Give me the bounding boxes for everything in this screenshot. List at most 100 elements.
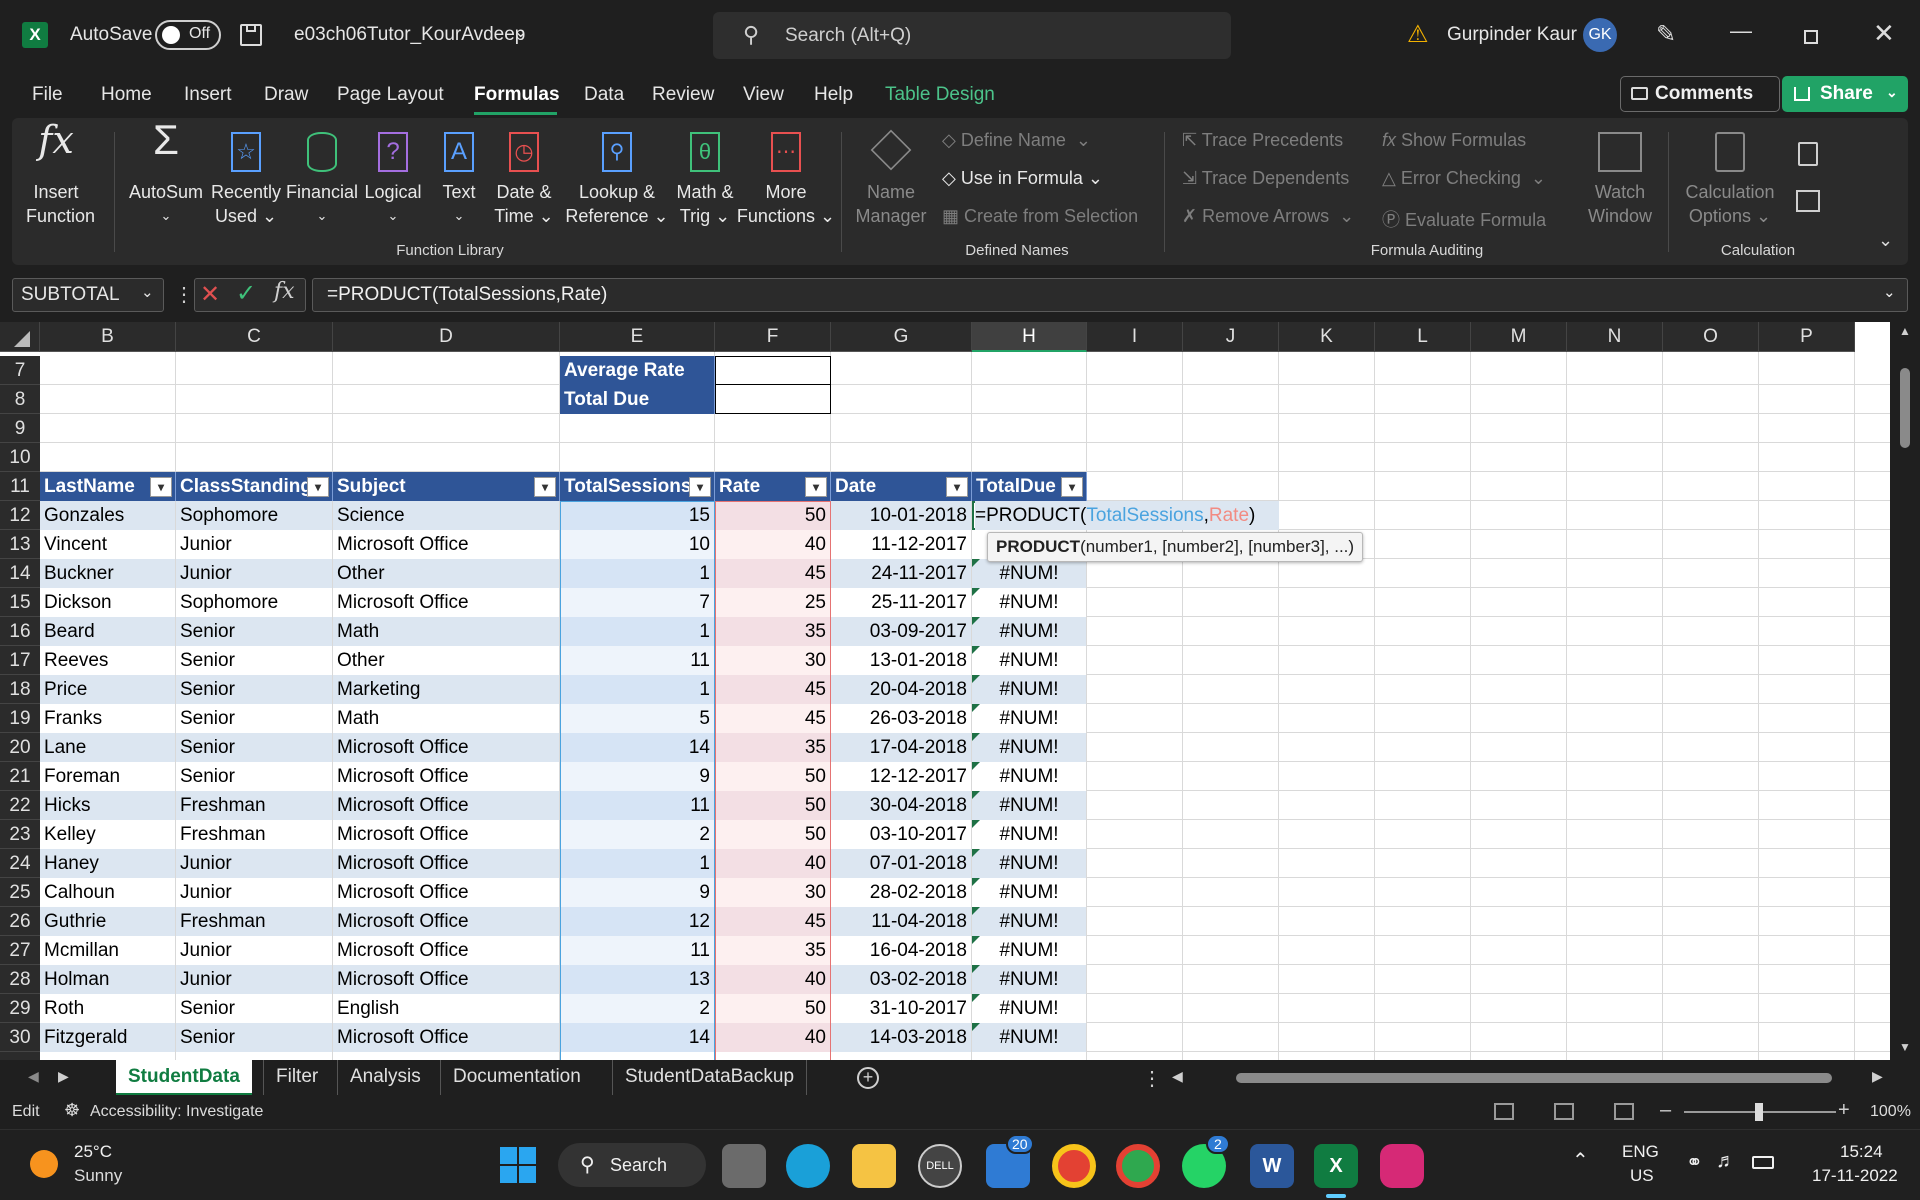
cell-standing[interactable]: Senior: [176, 675, 332, 704]
cell-date[interactable]: 25-11-2017: [831, 588, 971, 617]
cell-due[interactable]: #NUM!: [972, 994, 1086, 1023]
autosave-toggle[interactable]: Off: [155, 20, 221, 50]
calculation-options-button[interactable]: Calculation Options ⌄: [1678, 128, 1782, 228]
cell-due[interactable]: #NUM!: [972, 791, 1086, 820]
row-header-23[interactable]: 23: [0, 820, 40, 849]
cell-last[interactable]: Mcmillan: [40, 936, 175, 965]
average-rate-value[interactable]: [715, 356, 831, 385]
cell-sessions[interactable]: 1: [560, 675, 714, 704]
cell-standing[interactable]: Junior: [176, 559, 332, 588]
row-header-28[interactable]: 28: [0, 965, 40, 994]
cell-standing[interactable]: Junior: [176, 965, 332, 994]
cell-subject[interactable]: Marketing: [333, 675, 559, 704]
accessibility-status[interactable]: Accessibility: Investigate: [90, 1103, 263, 1121]
cell-standing[interactable]: Senior: [176, 994, 332, 1023]
cell-due[interactable]: #NUM!: [972, 588, 1086, 617]
formula-input[interactable]: =PRODUCT(TotalSessions,Rate) ⌄: [312, 278, 1908, 312]
cell-sessions[interactable]: 15: [560, 501, 714, 530]
error-indicator-icon[interactable]: [972, 936, 980, 944]
menu-review[interactable]: Review: [652, 84, 714, 106]
cell-sessions[interactable]: 11: [560, 646, 714, 675]
error-indicator-icon[interactable]: [972, 646, 980, 654]
cell-last[interactable]: Price: [40, 675, 175, 704]
page-break-view-icon[interactable]: [1614, 1103, 1634, 1120]
cell-subject[interactable]: Microsoft Office: [333, 588, 559, 617]
whatsapp-icon[interactable]: 2: [1182, 1134, 1230, 1188]
cell-subject[interactable]: Math: [333, 704, 559, 733]
row-header-27[interactable]: 27: [0, 936, 40, 965]
column-header-p[interactable]: P: [1759, 322, 1855, 352]
cell-sessions[interactable]: 1: [560, 617, 714, 646]
cell-rate[interactable]: 40: [715, 530, 830, 559]
column-header-l[interactable]: L: [1375, 322, 1471, 352]
column-header-o[interactable]: O: [1663, 322, 1759, 352]
row-header-9[interactable]: 9: [0, 414, 40, 443]
cell-date[interactable]: 03-02-2018: [831, 965, 971, 994]
chevron-down-icon[interactable]: ⌄: [514, 22, 527, 42]
cell-rate[interactable]: 25: [715, 588, 830, 617]
share-button[interactable]: Share ⌄: [1782, 76, 1908, 112]
evaluate-formula-button[interactable]: Ⓟ Evaluate Formula: [1382, 206, 1546, 232]
cell-sessions[interactable]: 1: [560, 849, 714, 878]
date-time-button[interactable]: ◷ Date & Time ⌄: [490, 128, 558, 228]
cell-due[interactable]: #NUM!: [972, 704, 1086, 733]
cell-sessions[interactable]: 2: [560, 994, 714, 1023]
menu-data[interactable]: Data: [584, 84, 624, 106]
cell-rate[interactable]: 50: [715, 820, 830, 849]
cell-subject[interactable]: Microsoft Office: [333, 907, 559, 936]
cell-standing[interactable]: Senior: [176, 762, 332, 791]
cell-rate[interactable]: 40: [715, 849, 830, 878]
menu-help[interactable]: Help: [814, 84, 853, 106]
tab-studentdata[interactable]: StudentData: [116, 1060, 252, 1096]
row-header-24[interactable]: 24: [0, 849, 40, 878]
file-explorer-icon[interactable]: [852, 1144, 896, 1188]
clock-time[interactable]: 15:24: [1840, 1142, 1883, 1162]
cell-date[interactable]: 13-01-2018: [831, 646, 971, 675]
cell-subject[interactable]: English: [333, 994, 559, 1023]
column-header-m[interactable]: M: [1471, 322, 1567, 352]
cell-date[interactable]: 24-11-2017: [831, 559, 971, 588]
cell-last[interactable]: Buckner: [40, 559, 175, 588]
calculate-now-icon[interactable]: [1798, 142, 1818, 166]
cell-subject[interactable]: Microsoft Office: [333, 530, 559, 559]
insert-function-button[interactable]: fx Insert Function: [26, 121, 95, 228]
error-indicator-icon[interactable]: [972, 617, 980, 625]
autosum-button[interactable]: Σ AutoSum ⌄: [124, 119, 208, 228]
windows-start-icon[interactable]: [500, 1147, 536, 1183]
save-icon[interactable]: [240, 24, 262, 46]
chrome-icon[interactable]: [1052, 1144, 1096, 1188]
row-header-7[interactable]: 7: [0, 356, 40, 385]
column-header-n[interactable]: N: [1567, 322, 1663, 352]
filter-dropdown-icon[interactable]: ▾: [946, 477, 968, 497]
row-header-16[interactable]: 16: [0, 617, 40, 646]
cell-subject[interactable]: Microsoft Office: [333, 936, 559, 965]
cell-date[interactable]: 26-03-2018: [831, 704, 971, 733]
cell-due[interactable]: #NUM!: [972, 675, 1086, 704]
file-name[interactable]: e03ch06Tutor_KourAvdeep: [294, 24, 525, 46]
cell-subject[interactable]: Microsoft Office: [333, 849, 559, 878]
zoom-level[interactable]: 100%: [1870, 1103, 1911, 1121]
column-header-f[interactable]: F: [715, 322, 831, 352]
accessibility-icon[interactable]: ☸: [64, 1100, 80, 1121]
tab-scroll-left-icon[interactable]: ◀: [28, 1068, 39, 1085]
cell-rate[interactable]: 45: [715, 559, 830, 588]
trace-precedents-button[interactable]: ⇱ Trace Precedents: [1182, 130, 1343, 151]
cell-standing[interactable]: Sophomore: [176, 588, 332, 617]
cell-rate[interactable]: 50: [715, 501, 830, 530]
cell-sessions[interactable]: 10: [560, 530, 714, 559]
cell-date[interactable]: 10-01-2018: [831, 501, 971, 530]
cell-standing[interactable]: Senior: [176, 733, 332, 762]
cell-rate[interactable]: 35: [715, 733, 830, 762]
zoom-slider-thumb[interactable]: [1755, 1103, 1763, 1121]
word-icon[interactable]: W: [1250, 1144, 1294, 1188]
worksheet-grid[interactable]: BCDEFGHIJKLMNOP 7 8 9 10 11 12 13 14 15 16 17 18 19 2…: [0, 322, 1920, 1060]
financial-button[interactable]: Financial ⌄: [284, 128, 360, 228]
taskbar-search[interactable]: ⚲ Search: [558, 1143, 706, 1187]
search-box[interactable]: ⚲ Search (Alt+Q): [713, 12, 1231, 59]
error-indicator-icon[interactable]: [972, 791, 980, 799]
cell-rate[interactable]: 45: [715, 675, 830, 704]
cell-last[interactable]: Lane: [40, 733, 175, 762]
cell-rate[interactable]: 45: [715, 907, 830, 936]
dell-icon[interactable]: DELL: [918, 1144, 962, 1188]
filter-dropdown-icon[interactable]: ▾: [307, 477, 329, 497]
